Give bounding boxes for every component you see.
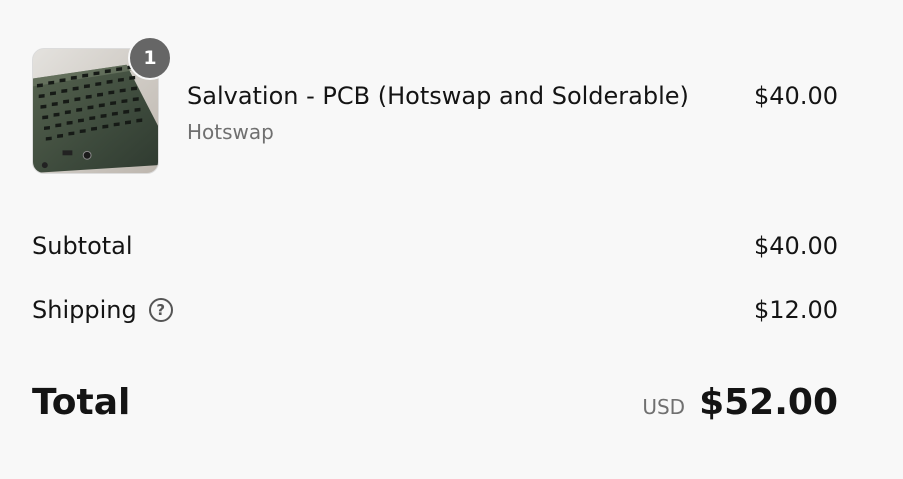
line-item: 1 Salvation - PCB (Hotswap and Solderabl… (32, 36, 838, 174)
question-circle-icon[interactable]: ? (148, 298, 173, 322)
shipping-row: Shipping ? $12.00 (32, 292, 838, 328)
product-variant: Hotswap (187, 120, 274, 144)
total-row: Total USD $52.00 (32, 380, 838, 426)
subtotal-row: Subtotal $40.00 (32, 228, 838, 264)
order-summary: 1 Salvation - PCB (Hotswap and Solderabl… (0, 0, 903, 479)
subtotal-value: $40.00 (754, 232, 838, 260)
total-label: Total (32, 382, 131, 423)
shipping-value: $12.00 (754, 296, 838, 324)
quantity-badge: 1 (128, 36, 172, 80)
shipping-label: Shipping (32, 296, 137, 324)
product-name: Salvation - PCB (Hotswap and Solderable) (187, 82, 689, 110)
total-value-group: USD $52.00 (642, 382, 838, 424)
currency-code: USD (642, 395, 686, 419)
product-price: $40.00 (754, 82, 838, 110)
total-value: $52.00 (699, 382, 838, 423)
shipping-label-group: Shipping ? (32, 295, 173, 325)
subtotal-label: Subtotal (32, 232, 133, 260)
product-thumbnail-wrapper: 1 (32, 36, 172, 174)
